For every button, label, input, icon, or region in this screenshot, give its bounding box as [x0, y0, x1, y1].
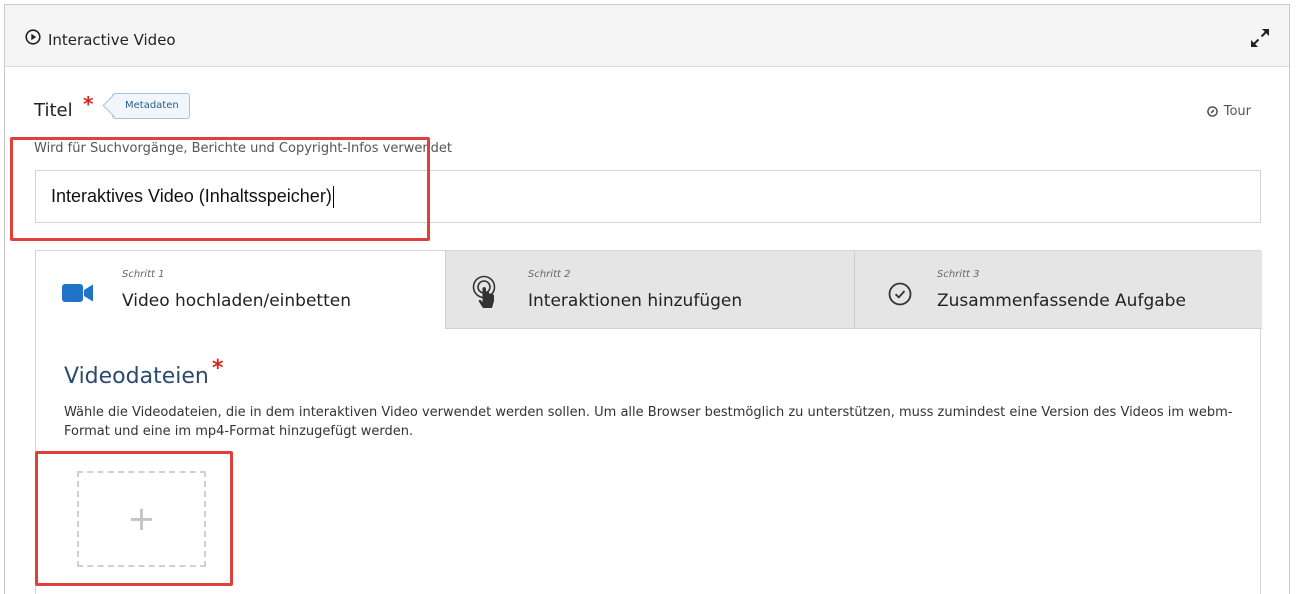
video-camera-icon: [62, 284, 93, 302]
step-number: Schritt 1: [122, 269, 165, 280]
video-files-description: Wähle die Videodateien, die in dem inter…: [64, 405, 1233, 439]
highlight-box-add: [35, 451, 233, 586]
title-label: Titel: [34, 100, 73, 121]
compass-icon: [1206, 106, 1218, 117]
metadata-button[interactable]: Metadaten: [112, 93, 190, 119]
video-files-title: Videodateien: [64, 364, 209, 389]
tour-label: Tour: [1223, 104, 1251, 119]
metadata-button-label: Metadaten: [125, 100, 179, 111]
editor-title: Interactive Video: [48, 31, 176, 49]
step-number: Schritt 3: [937, 269, 980, 280]
expand-icon[interactable]: [1249, 27, 1271, 49]
tab-step-1[interactable]: Schritt 1 Video hochladen/einbetten: [36, 251, 446, 329]
highlight-box-title: [10, 137, 430, 241]
play-circle-icon: [25, 29, 41, 45]
editor-header: Interactive Video: [5, 5, 1289, 67]
check-circle-icon: [888, 282, 912, 306]
step-label: Zusammenfassende Aufgabe: [937, 291, 1186, 311]
required-marker: *: [212, 356, 224, 381]
step-label: Interaktionen hinzufügen: [528, 291, 743, 311]
tab-step-2[interactable]: Schritt 2 Interaktionen hinzufügen: [446, 251, 855, 329]
step-number: Schritt 2: [528, 269, 571, 280]
tour-button[interactable]: Tour: [1206, 104, 1251, 119]
tab-step-3[interactable]: Schritt 3 Zusammenfassende Aufgabe: [855, 251, 1262, 329]
step-label: Video hochladen/einbetten: [122, 291, 351, 311]
touch-tap-icon: [472, 275, 496, 308]
required-marker: *: [83, 92, 94, 116]
